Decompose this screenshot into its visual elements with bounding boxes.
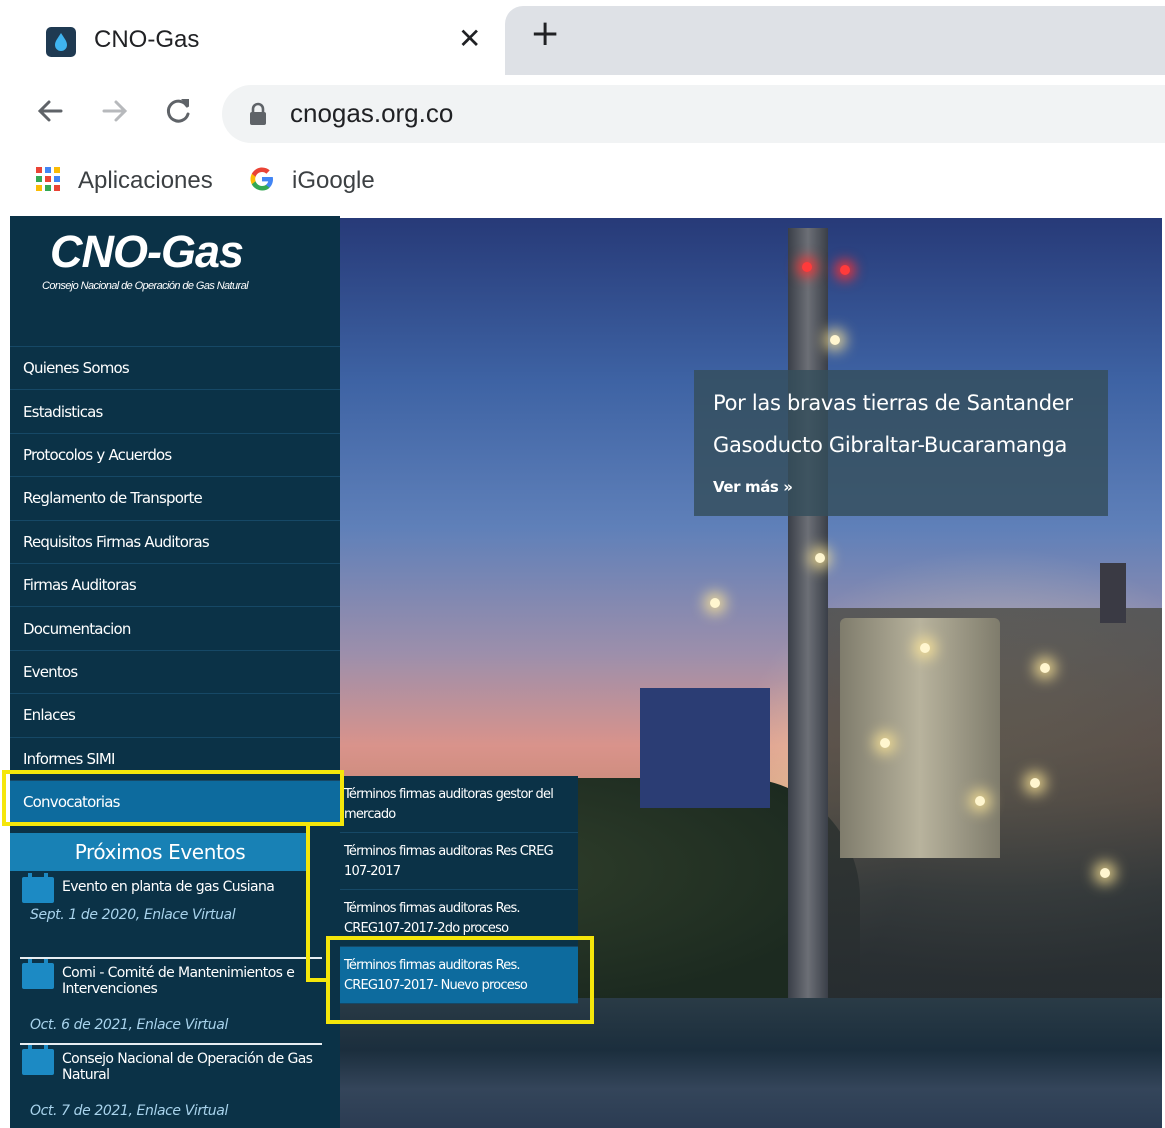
event-title: Evento en planta de gas Cusiana <box>62 879 275 895</box>
hero-light <box>1100 868 1110 878</box>
hero-light <box>920 643 930 653</box>
logo-tagline: Consejo Nacional de Operación de Gas Nat… <box>42 280 249 292</box>
menu-item-quienes-somos[interactable]: Quienes Somos <box>10 346 340 389</box>
menu-item-enlaces[interactable]: Enlaces <box>10 693 340 736</box>
menu-item-protocolos[interactable]: Protocolos y Acuerdos <box>10 432 340 476</box>
site-logo[interactable]: CNO-Gas Consejo Nacional de Operación de… <box>10 216 340 346</box>
menu-item-documentacion[interactable]: Documentacion <box>10 606 340 649</box>
event-date: Sept. 1 de 2020, Enlace Virtual <box>30 907 236 923</box>
submenu-item-creg-107-2017[interactable]: Términos firmas auditoras Res CREG 107-2… <box>340 833 578 890</box>
forward-arrow-icon[interactable] <box>95 91 135 131</box>
menu-item-estadisticas[interactable]: Estadisticas <box>10 389 340 432</box>
apps-grid-icon <box>34 165 62 197</box>
calendar-icon <box>22 1045 54 1075</box>
hero-light <box>880 738 890 748</box>
hero-caption-line: Gasoducto Gibraltar-Bucaramanga <box>713 433 1068 457</box>
hero-light <box>802 262 812 272</box>
highlight-box-nuevo-proceso <box>326 936 594 1024</box>
event-title: Consejo Nacional de Operación de Gas Nat… <box>62 1051 313 1083</box>
hero-light <box>1030 778 1040 788</box>
menu-item-firmas-auditoras[interactable]: Firmas Auditoras <box>10 562 340 606</box>
ver-mas-link[interactable]: Ver más » <box>713 478 1090 496</box>
lock-icon <box>248 102 268 130</box>
hero-light <box>975 796 985 806</box>
submenu-item-gestor-mercado[interactable]: Términos firmas auditoras gestor del mer… <box>340 776 578 833</box>
hero-light <box>840 265 850 275</box>
browser-tab[interactable]: CNO-Gas ✕ <box>10 6 505 75</box>
address-bar[interactable]: cnogas.org.co <box>222 85 1165 143</box>
bookmark-aplicaciones[interactable]: Aplicaciones <box>34 164 213 198</box>
menu-item-eventos[interactable]: Eventos <box>10 649 340 693</box>
bookmark-igoogle[interactable]: iGoogle <box>248 164 375 198</box>
event-item[interactable]: Evento en planta de gas Cusiana Sept. 1 … <box>20 873 322 959</box>
event-item[interactable]: Consejo Nacional de Operación de Gas Nat… <box>20 1045 322 1128</box>
logo-text: CNO-Gas <box>50 226 244 277</box>
hero-caption-line: Por las bravas tierras de Santander <box>713 391 1073 415</box>
new-tab-button[interactable]: + <box>530 16 560 52</box>
google-g-icon <box>248 165 276 197</box>
web-page: Por las bravas tierras de Santander Gaso… <box>0 216 1165 1128</box>
hero-light <box>815 553 825 563</box>
cnogas-favicon-icon <box>46 27 76 57</box>
event-title: Comi - Comité de Mantenimientos e Interv… <box>62 965 295 997</box>
events-list: Evento en planta de gas Cusiana Sept. 1 … <box>10 873 322 1128</box>
browser-toolbar: cnogas.org.co <box>0 75 1165 150</box>
event-date: Oct. 6 de 2021, Enlace Virtual <box>30 1017 228 1033</box>
tab-close-icon[interactable]: ✕ <box>458 22 481 55</box>
highlight-box-convocatorias <box>2 770 344 826</box>
hero-light <box>710 598 720 608</box>
calendar-icon <box>22 873 54 903</box>
menu-item-reglamento[interactable]: Reglamento de Transporte <box>10 476 340 519</box>
tab-strip-background <box>505 6 1165 75</box>
menu-item-requisitos[interactable]: Requisitos Firmas Auditoras <box>10 519 340 563</box>
tab-strip: CNO-Gas ✕ + <box>0 0 1165 75</box>
back-arrow-icon[interactable] <box>30 91 70 131</box>
highlight-connector <box>306 826 310 982</box>
hero-light <box>1040 663 1050 673</box>
main-menu: Quienes Somos Estadisticas Protocolos y … <box>10 346 340 824</box>
event-date: Oct. 7 de 2021, Enlace Virtual <box>30 1103 228 1119</box>
bookmark-label: Aplicaciones <box>78 167 213 194</box>
event-item[interactable]: Comi - Comité de Mantenimientos e Interv… <box>20 959 322 1045</box>
events-heading: Próximos Eventos <box>10 833 310 871</box>
sidebar: CNO-Gas Consejo Nacional de Operación de… <box>10 216 340 1128</box>
hero-building <box>640 688 770 808</box>
hero-smokestack <box>788 228 828 1028</box>
reload-icon[interactable] <box>158 91 198 131</box>
hero-tank <box>840 618 1000 858</box>
calendar-icon <box>22 959 54 989</box>
url-text: cnogas.org.co <box>290 98 454 128</box>
hero-light <box>830 335 840 345</box>
bookmark-label: iGoogle <box>292 167 375 194</box>
hero-caption: Por las bravas tierras de Santander Gaso… <box>694 370 1108 516</box>
hero-smokestack-small <box>1100 563 1126 623</box>
bookmarks-bar: Aplicaciones iGoogle <box>0 150 1165 216</box>
tab-title: CNO-Gas <box>94 26 200 53</box>
